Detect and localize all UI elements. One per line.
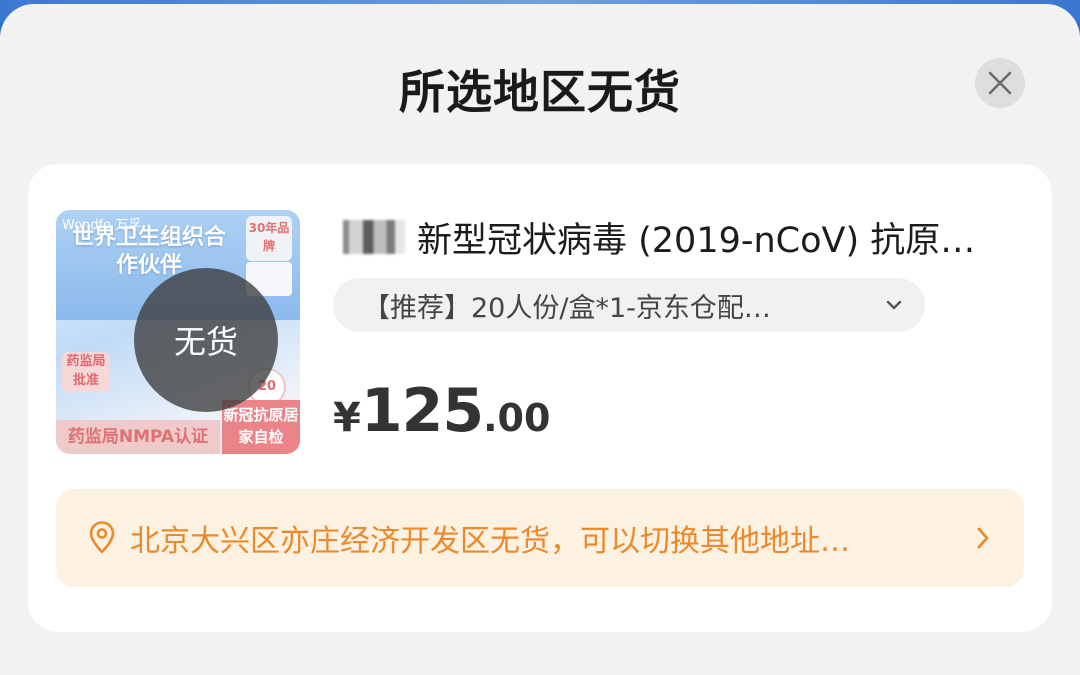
spec-chevron xyxy=(881,292,907,318)
close-button[interactable] xyxy=(975,58,1025,108)
spec-selector[interactable]: 【推荐】20人份/盒*1-京东仓配… xyxy=(333,278,925,332)
redacted-brand xyxy=(333,220,405,254)
location-pin-icon xyxy=(89,521,115,554)
notice-text: 北京大兴区亦庄经济开发区无货，可以切换其他地址… xyxy=(130,524,850,559)
product-card: Wondfo 万孚 世界卫生组织合作伙伴 30年品牌 药监局批准 20 药监局N… xyxy=(28,164,1052,632)
spec-label: 【推荐】20人份/盒*1-京东仓配… xyxy=(363,292,771,324)
modal-title: 所选地区无货 xyxy=(399,65,681,119)
price-integer: 125 xyxy=(360,376,484,446)
address-notice-bar[interactable]: 北京大兴区亦庄经济开发区无货，可以切换其他地址… xyxy=(56,489,1024,587)
product-name: 新型冠状病毒 (2019-nCoV) 抗原… xyxy=(417,220,976,261)
out-of-stock-sheet: 所选地区无货 Wondfo 万孚 世界卫生组织合作伙伴 30年品牌 药监局批准 … xyxy=(0,4,1080,675)
price-decimal: .00 xyxy=(483,396,551,440)
product-title-row[interactable]: 新型冠状病毒 (2019-nCoV) 抗原… xyxy=(333,212,1033,262)
close-icon xyxy=(988,71,1012,95)
out-of-stock-badge: 无货 xyxy=(134,268,278,412)
product-image[interactable]: Wondfo 万孚 世界卫生组织合作伙伴 30年品牌 药监局批准 20 药监局N… xyxy=(56,210,300,454)
chevron-down-icon xyxy=(886,300,902,310)
notice-chevron xyxy=(970,523,996,553)
chevron-right-icon xyxy=(977,527,989,549)
product-price: ¥125.00 xyxy=(333,376,550,446)
sheet-header: 所选地区无货 xyxy=(0,4,1080,164)
location-pin-wrapper xyxy=(84,520,120,556)
price-currency: ¥ xyxy=(333,395,361,441)
